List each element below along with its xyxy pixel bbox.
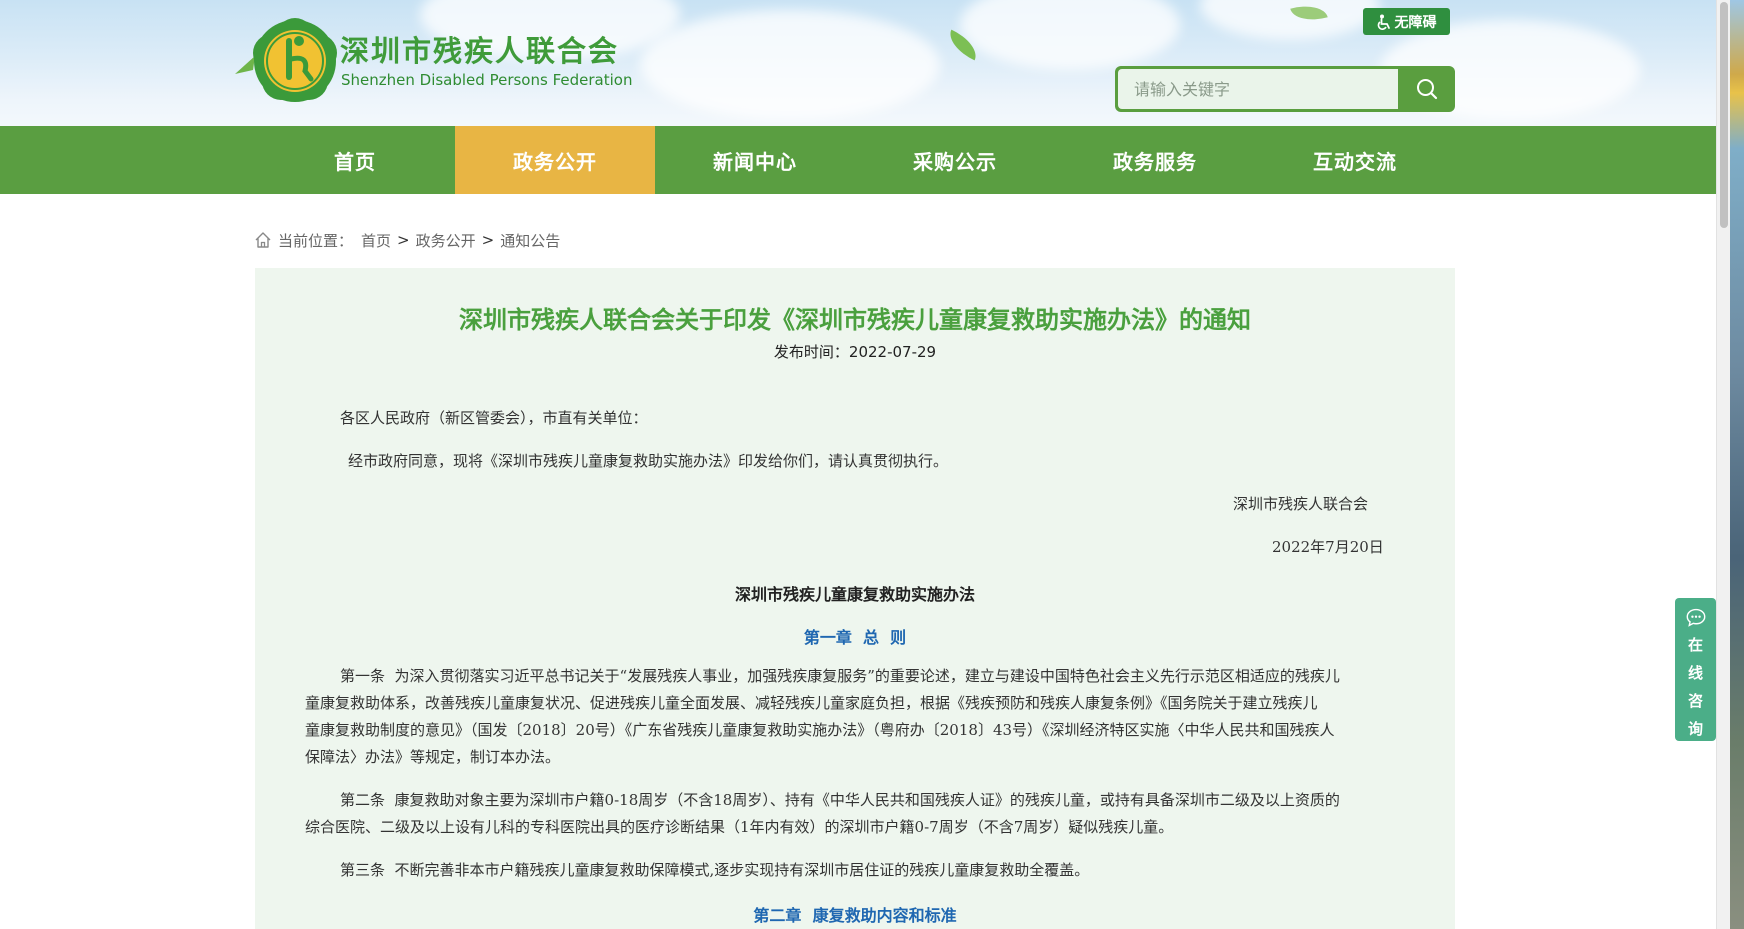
- site-title[interactable]: 深圳市残疾人联合会: [340, 28, 619, 70]
- federation-logo[interactable]: [233, 18, 341, 104]
- breadcrumb-home[interactable]: 首页: [361, 230, 391, 251]
- breadcrumb-separator: >: [397, 231, 410, 249]
- nav-item-interaction[interactable]: 互动交流: [1255, 126, 1455, 194]
- article-intro: 经市政府同意，现将《深圳市残疾儿童康复救助实施办法》印发给你们，请认真贯彻执行。: [348, 452, 949, 470]
- article-2-line: 第二条 康复救助对象主要为深圳市户籍0-18周岁（不含18周岁）、持有《中华人民…: [340, 791, 1340, 809]
- article-2-line: 综合医院、二级及以上设有儿科的专科医院出具的医疗诊断结果（1年内有效）的深圳市户…: [305, 818, 1174, 836]
- cloud-decoration: [1200, 0, 1380, 40]
- cloud-decoration: [640, 10, 940, 120]
- document-title: 深圳市残疾儿童康复救助实施办法: [734, 585, 975, 604]
- article-date: 发布时间：2022-07-29: [773, 343, 937, 361]
- chapter-heading: 第一章 总 则: [803, 628, 907, 647]
- nav-item-services[interactable]: 政务服务: [1055, 126, 1255, 194]
- article-1-line: 第一条 为深入贯彻落实习近平总书记关于“发展残疾人事业，加强残疾康复服务”的重要…: [340, 667, 1340, 685]
- consult-char: 线: [1687, 664, 1703, 682]
- main-nav: 首页 政务公开 新闻中心 采购公示 政务服务 互动交流: [0, 126, 1716, 194]
- breadcrumb-notices[interactable]: 通知公告: [500, 230, 560, 251]
- article-1-line: 保障法〉办法》等规定，制订本办法。: [305, 748, 561, 766]
- scrollbar-thumb[interactable]: [1720, 2, 1728, 228]
- online-consult-button[interactable]: 在 线 咨 询: [1675, 598, 1716, 741]
- nav-item-government-affairs[interactable]: 政务公开: [455, 126, 655, 194]
- article-sign-date: 2022年7月20日: [1272, 538, 1384, 556]
- search-box: [1115, 66, 1455, 112]
- article-1-line: 童康复救助制度的意见》（国发〔2018〕20号）《广东省残疾儿童康复救助实施办法…: [305, 721, 1335, 739]
- article-salutation: 各区人民政府（新区管委会），市直有关单位：: [340, 409, 648, 427]
- cloud-decoration: [960, 0, 1180, 70]
- breadcrumb: 当前位置： 首页 > 政务公开 > 通知公告: [254, 229, 560, 251]
- accessibility-label: 无障碍: [1394, 14, 1437, 31]
- article-3: 第三条 不断完善非本市户籍残疾儿童康复救助保障模式,逐步实现持有深圳市居住证的残…: [340, 861, 1090, 879]
- search-button[interactable]: [1401, 69, 1452, 109]
- background-window-strip: [1730, 0, 1744, 929]
- wheelchair-icon: [1377, 14, 1390, 30]
- chapter-heading: 第二章 康复救助内容和标准: [753, 906, 957, 925]
- article-title: 深圳市残疾人联合会关于印发《深圳市残疾儿童康复救助实施办法》的通知: [459, 306, 1251, 334]
- nav-item-procurement[interactable]: 采购公示: [855, 126, 1055, 194]
- site-subtitle: Shenzhen Disabled Persons Federation: [341, 71, 633, 89]
- article-1-line: 童康复救助体系，改善残疾儿童康复状况、促进残疾儿童全面发展、减轻残疾儿童家庭负担…: [305, 694, 1318, 712]
- search-icon: [1416, 79, 1437, 100]
- consult-char: 询: [1687, 720, 1703, 738]
- chat-bubble-icon: [1686, 608, 1705, 627]
- site-header: 深圳市残疾人联合会 Shenzhen Disabled Persons Fede…: [0, 0, 1716, 126]
- breadcrumb-prefix: 当前位置：: [278, 231, 354, 250]
- search-input[interactable]: [1118, 69, 1398, 109]
- consult-char: 在: [1687, 636, 1703, 654]
- nav-item-home[interactable]: 首页: [255, 126, 455, 194]
- consult-char: 咨: [1687, 692, 1703, 710]
- article-signature: 深圳市残疾人联合会: [1233, 495, 1369, 513]
- accessibility-button[interactable]: 无障碍: [1363, 8, 1450, 35]
- nav-item-news-center[interactable]: 新闻中心: [655, 126, 855, 194]
- breadcrumb-separator: >: [481, 231, 495, 249]
- article-panel: 深圳市残疾人联合会关于印发《深圳市残疾儿童康复救助实施办法》的通知 发布时间：2…: [255, 268, 1455, 929]
- home-icon: [255, 232, 271, 248]
- breadcrumb-government-affairs[interactable]: 政务公开: [416, 230, 476, 251]
- page-scrollbar[interactable]: [1716, 0, 1730, 929]
